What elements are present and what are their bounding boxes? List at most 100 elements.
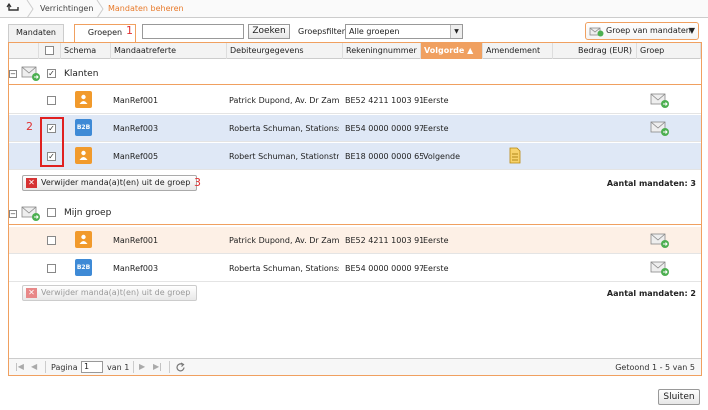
table-row[interactable]: ✓ B2B ManRef003 Roberta Schuman, Station… [9, 115, 701, 142]
back-arrow-icon[interactable] [6, 3, 20, 14]
mandate-ref: ManRef005 [113, 152, 159, 161]
mandate-ref: ManRef001 [113, 96, 159, 105]
prev-page-icon[interactable]: ◀ [31, 362, 37, 371]
table-header: Schema Mandaatreferte Debiteurgegevens R… [9, 43, 701, 59]
table-row[interactable]: ✓ ManRef005 Robert Schuman, Stationstraa… [9, 143, 701, 170]
group-of-mandates-label: Groep van mandaten [606, 26, 691, 35]
pager-separator [45, 361, 46, 373]
select-all-checkbox[interactable] [45, 46, 54, 55]
group-assign-icon[interactable] [649, 90, 671, 110]
group-envelope-icon [589, 27, 604, 37]
annotation-2: 2 [26, 120, 33, 133]
pager-status: Getoond 1 - 5 van 5 [615, 363, 695, 372]
group-of-mandates-button[interactable]: Groep van mandaten ▼ [585, 22, 699, 40]
header-volgorde-label: Volgorde [424, 46, 465, 55]
debtor-info: Robert Schuman, Stationstraat 1! [229, 152, 339, 161]
sequence: Eerste [423, 236, 449, 245]
table-row[interactable]: ManRef001 Patrick Dupond, Av. Dr Zamenho… [9, 87, 701, 114]
sequence: Eerste [423, 124, 449, 133]
table-row[interactable]: ManRef001 Patrick Dupond, Av. Dr Zamenho… [9, 227, 701, 254]
group-filter-label: Groepsfilter [298, 27, 345, 36]
search-button[interactable]: Zoeken [248, 24, 290, 39]
breadcrumb-separator-icon [96, 0, 104, 18]
remove-x-icon: ✕ [26, 178, 37, 188]
search-input[interactable] [142, 24, 244, 39]
header-mandaatreferte[interactable]: Mandaatreferte [111, 43, 227, 59]
core-schema-person-icon [75, 231, 92, 248]
debtor-info: Roberta Schuman, Stationsstraat : [229, 264, 339, 273]
group-envelope-icon [21, 66, 40, 81]
refresh-icon[interactable] [175, 362, 186, 373]
b2b-schema-badge: B2B [75, 259, 92, 276]
remove-x-icon: ✕ [26, 288, 37, 298]
group-klanten-checkbox[interactable]: ✓ [47, 69, 56, 78]
pager-separator [133, 361, 134, 373]
first-page-icon[interactable]: |◀ [15, 362, 24, 371]
collapse-toggle-icon[interactable]: − [9, 70, 17, 78]
group-mijn-groep-title: Mijn groep [64, 208, 112, 218]
core-schema-person-icon [75, 147, 92, 164]
caret-down-icon: ▼ [688, 26, 695, 35]
header-amendement[interactable]: Amendement [483, 43, 553, 59]
header-bedrag[interactable]: Bedrag (EUR) [553, 43, 637, 59]
chevron-down-icon: ▼ [450, 25, 462, 38]
page-label: Pagina [51, 363, 78, 372]
group-assign-icon[interactable] [649, 118, 671, 138]
row-checkbox[interactable] [47, 236, 56, 245]
page-of-label: van 1 [107, 363, 130, 372]
sort-ascending-icon: ▲ [467, 46, 474, 55]
b2b-schema-badge: B2B [75, 119, 92, 136]
group-filter-value: Alle groepen [349, 27, 400, 36]
annotation-3: 3 [194, 176, 201, 189]
sequence: Eerste [423, 96, 449, 105]
core-schema-person-icon [75, 91, 92, 108]
pager-separator [169, 361, 170, 373]
remove-from-group-button: ✕ Verwijder manda(a)t(en) uit de groep [22, 285, 198, 301]
remove-from-group-button[interactable]: ✕ Verwijder manda(a)t(en) uit de groep [22, 175, 198, 191]
breadcrumb-verrichtingen[interactable]: Verrichtingen [40, 4, 93, 13]
breadcrumb-separator-icon [26, 0, 34, 18]
group-filter-select[interactable]: Alle groepen ▼ [345, 24, 463, 39]
debtor-info: Patrick Dupond, Av. Dr Zamenho [229, 236, 339, 245]
annotation-highlight-box [40, 117, 64, 167]
mandate-ref: ManRef001 [113, 236, 159, 245]
remove-from-group-label: Verwijder manda(a)t(en) uit de groep [41, 178, 191, 187]
tab-mandaten[interactable]: Mandaten [8, 24, 64, 42]
table-row[interactable]: B2B ManRef003 Roberta Schuman, Stationss… [9, 255, 701, 282]
header-schema[interactable]: Schema [61, 43, 111, 59]
account-number: BE54 0000 0000 9797 [345, 264, 423, 273]
account-number: BE52 4211 1003 9105 [345, 96, 423, 105]
group-divider [9, 84, 701, 85]
breadcrumb-mandaten-beheren: Mandaten beheren [108, 4, 184, 13]
next-page-icon[interactable]: ▶ [139, 362, 145, 371]
remove-from-group-label: Verwijder manda(a)t(en) uit de groep [41, 288, 191, 297]
group-divider [9, 224, 701, 225]
group-assign-icon[interactable] [649, 258, 671, 278]
mandate-count: Aantal mandaten: 2 [606, 289, 696, 298]
row-checkbox[interactable] [47, 264, 56, 273]
header-debiteurgegevens[interactable]: Debiteurgegevens [227, 43, 343, 59]
debtor-info: Patrick Dupond, Av. Dr Zamenho [229, 96, 339, 105]
group-assign-icon[interactable] [649, 230, 671, 250]
mandate-count: Aantal mandaten: 3 [606, 179, 696, 188]
debtor-info: Roberta Schuman, Stationsstraat : [229, 124, 339, 133]
row-checkbox[interactable] [47, 96, 56, 105]
group-envelope-icon [21, 206, 40, 221]
top-bar: Verrichtingen Mandaten beheren [0, 0, 708, 18]
sequence: Volgende [423, 152, 461, 161]
page-number-input[interactable]: 1 [81, 361, 103, 373]
sequence: Eerste [423, 264, 449, 273]
mandate-ref: ManRef003 [113, 264, 159, 273]
collapse-toggle-icon[interactable]: − [9, 210, 17, 218]
last-page-icon[interactable]: ▶| [153, 362, 162, 371]
close-button[interactable]: Sluiten [658, 389, 700, 405]
header-volgorde[interactable]: Volgorde ▲ [421, 43, 483, 59]
header-groep[interactable]: Groep [637, 43, 701, 59]
account-number: BE54 0000 0000 9797 [345, 124, 423, 133]
account-number: BE52 4211 1003 9105 [345, 236, 423, 245]
group-mijn-groep-checkbox[interactable] [47, 208, 56, 217]
account-number: BE18 0000 0000 6565 [345, 152, 423, 161]
amendment-document-icon[interactable] [509, 147, 521, 164]
annotation-1: 1 [126, 24, 133, 37]
header-rekeningnummer[interactable]: Rekeningnummer [343, 43, 421, 59]
